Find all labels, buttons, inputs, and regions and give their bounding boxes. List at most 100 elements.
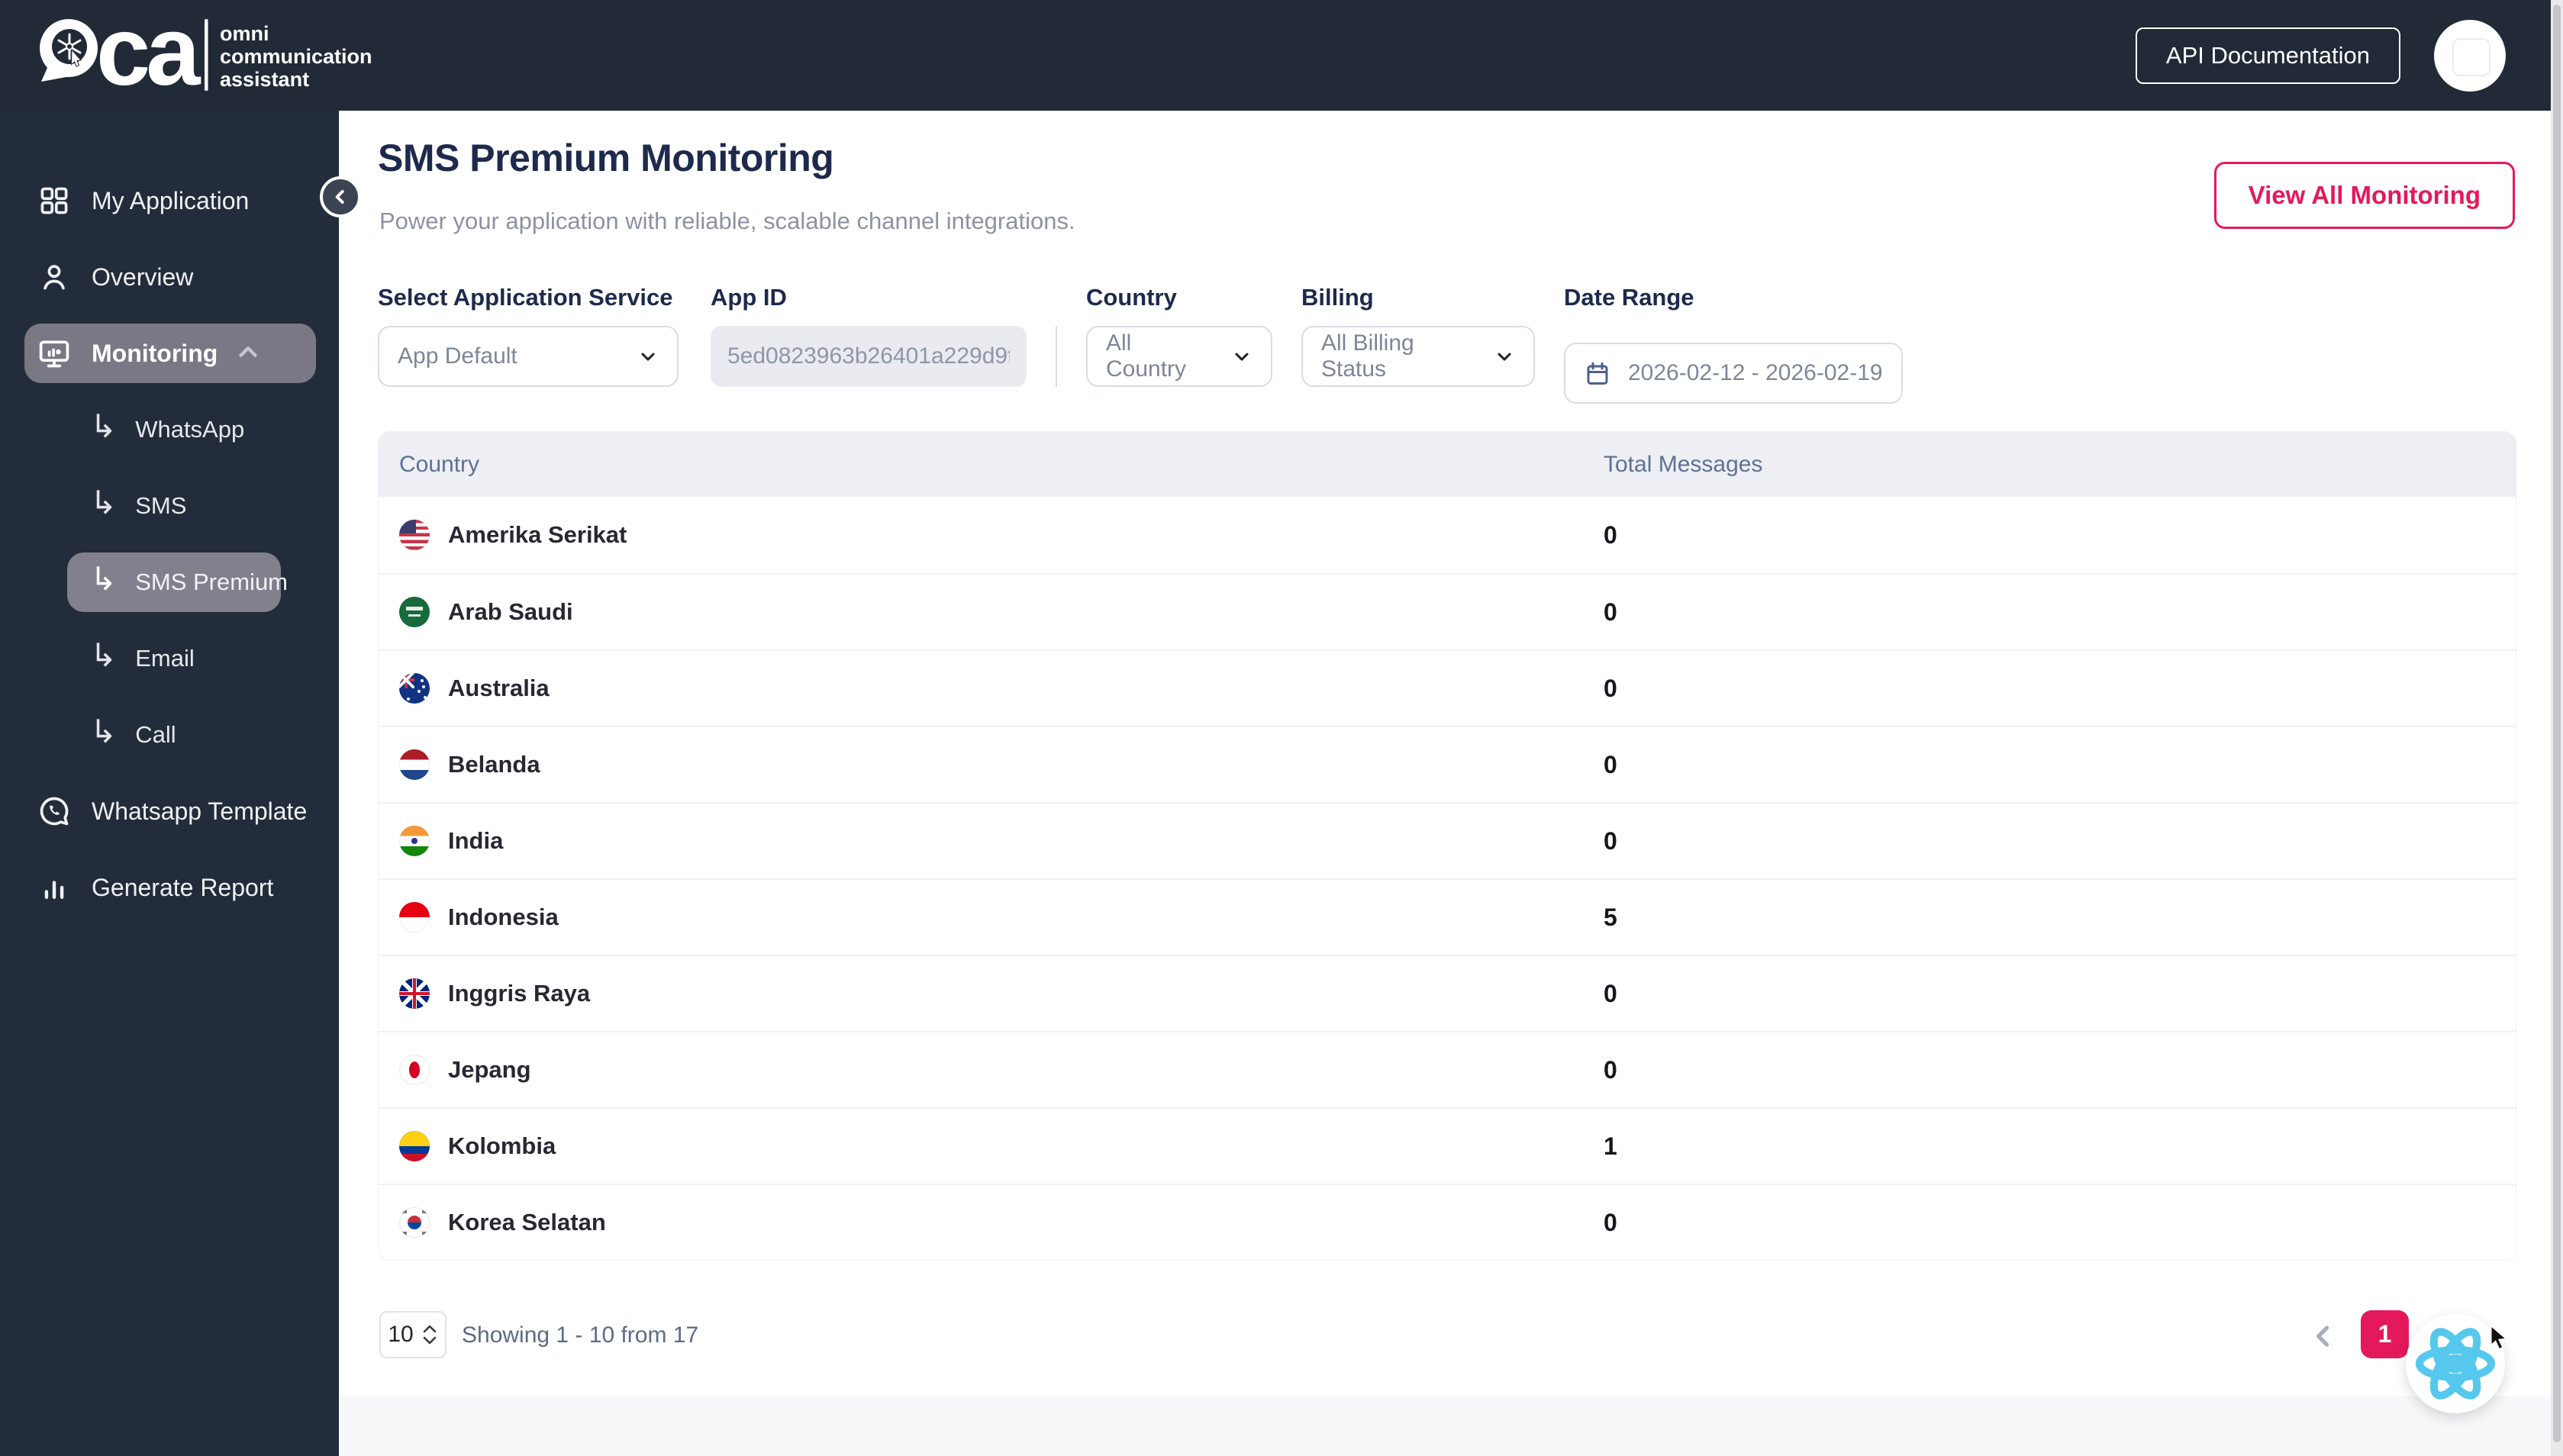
api-documentation-button[interactable]: API Documentation [2135,27,2400,84]
filter-bar: Select Application Service App Default A… [378,284,1903,404]
country-flag-icon [399,826,430,856]
country-filter-value: All Country [1106,330,1187,382]
sidebar-subitem-label: WhatsApp [135,416,245,443]
date-range-picker[interactable]: 2026-02-12 - 2026-02-19 [1564,343,1903,404]
sidebar-item-sms[interactable]: ↳ SMS [0,468,339,544]
country-flag-icon [399,597,430,627]
country-name: India [448,827,504,854]
page-1-button[interactable]: 1 [2361,1310,2409,1358]
table-row: Belanda 0 [379,726,2516,802]
billing-filter-label: Billing [1301,284,1374,311]
country-cell: Australia [379,673,1604,704]
previous-page-button[interactable] [2307,1318,2343,1355]
sidebar-item-label: Generate Report [92,873,274,901]
sidebar-item-whatsapp-template[interactable]: Whatsapp Template [0,773,339,849]
mouse-cursor [2488,1324,2511,1355]
country-name: Australia [448,675,550,701]
scrollbar-thumb[interactable] [2553,5,2561,1442]
app-service-value: App Default [398,343,517,369]
column-header-total-messages: Total Messages [1604,451,1763,477]
country-cell: Korea Selatan [379,1207,1604,1238]
country-name: Jepang [448,1056,531,1083]
whatsapp-icon [37,794,72,828]
sub-item-arrow-icon: ↳ [90,637,118,673]
sidebar-item-sms-premium[interactable]: ↳ SMS Premium [0,544,339,620]
table-row: Australia 0 [379,649,2516,726]
total-messages-value: 5 [1604,903,1617,931]
table-header-row: Country Total Messages [379,432,2516,497]
filter-divider [1056,326,1057,387]
topbar-actions: API Documentation [2135,19,2506,92]
country-name: Belanda [448,751,540,778]
country-flag-icon [399,978,430,1009]
column-header-country: Country [399,451,480,477]
app-id-input[interactable] [711,326,1027,387]
logo-tagline-line3: assistant [220,68,309,91]
chevron-left-icon [330,187,350,207]
country-cell: Amerika Serikat [379,520,1604,550]
country-cell: Inggris Raya [379,978,1604,1009]
billing-filter-value: All Billing Status [1321,330,1414,382]
date-range-value: 2026-02-12 - 2026-02-19 [1628,360,1883,385]
sidebar-item-generate-report[interactable]: Generate Report [0,849,339,926]
page-size-select[interactable]: 10 [379,1311,447,1358]
country-name: Kolombia [448,1132,556,1159]
oca-logo-letters: ca [96,8,201,103]
sub-item-arrow-icon: ↳ [90,561,118,597]
app-root: ca omni communication assistant API Docu… [0,0,2563,1456]
table-row: Inggris Raya 0 [379,955,2516,1031]
country-flag-icon [399,749,430,780]
country-flag-icon [399,1131,430,1161]
logo-tagline-line2: communication [220,45,372,68]
total-messages-value: 1 [1604,1132,1617,1160]
chevron-down-icon [637,346,659,367]
table-row: Arab Saudi 0 [379,573,2516,649]
country-cell: Belanda [379,749,1604,780]
sidebar-item-call[interactable]: ↳ Call [0,697,339,773]
sidebar-item-monitoring[interactable]: Monitoring [0,315,339,391]
total-messages-value: 0 [1604,750,1617,778]
billing-select[interactable]: All Billing Status [1301,326,1535,387]
sidebar-subitem-label: Call [135,721,176,748]
country-flag-icon [399,902,430,933]
country-flag-icon [399,1207,430,1238]
user-avatar[interactable] [2434,19,2506,92]
sidebar-item-label: My Application [92,186,250,214]
total-messages-value: 0 [1604,826,1617,855]
country-flag-icon [399,520,430,550]
sidebar: My Application Overview Monitoring ↳ Wha… [0,111,339,1456]
country-flag-icon [399,673,430,704]
chevron-down-icon [1494,346,1515,367]
country-filter-label: Country [1086,284,1177,311]
country-name: Amerika Serikat [448,521,627,548]
page-bottom-strip [339,1396,2563,1456]
app-id-label: App ID [711,284,787,311]
table-row: Indonesia 5 [379,878,2516,955]
grid-icon [37,184,72,217]
country-select[interactable]: All Country [1086,326,1272,387]
app-service-select[interactable]: App Default [378,326,679,387]
react-atom-icon [2413,1321,2498,1406]
page-title: SMS Premium Monitoring [378,137,834,179]
sidebar-collapse-button[interactable] [320,176,361,217]
table-row: India 0 [379,802,2516,878]
sidebar-item-overview[interactable]: Overview [0,239,339,315]
sidebar-item-my-application[interactable]: My Application [0,163,339,239]
view-all-monitoring-button[interactable]: View All Monitoring [2213,162,2515,229]
pagination-summary: Showing 1 - 10 from 17 [462,1322,699,1348]
oca-logo-graphic: ca omni communication assistant [40,8,372,103]
sidebar-item-whatsapp[interactable]: ↳ WhatsApp [0,391,339,468]
sub-item-arrow-icon: ↳ [90,714,118,749]
table-row: Jepang 0 [379,1031,2516,1107]
total-messages-value: 0 [1604,520,1617,549]
monitor-icon [37,337,72,370]
table-body: Amerika Serikat 0 Arab Saudi 0 Australia… [379,497,2516,1260]
bar-chart-icon [37,871,72,904]
total-messages-value: 0 [1604,1208,1617,1236]
sidebar-item-email[interactable]: ↳ Email [0,620,339,697]
country-flag-icon [399,1055,430,1085]
monitoring-table: Country Total Messages Amerika Serikat 0… [378,431,2516,1261]
chevron-left-icon [2307,1319,2343,1353]
country-cell: Arab Saudi [379,597,1604,627]
logo-tagline-line1: omni [220,22,269,45]
